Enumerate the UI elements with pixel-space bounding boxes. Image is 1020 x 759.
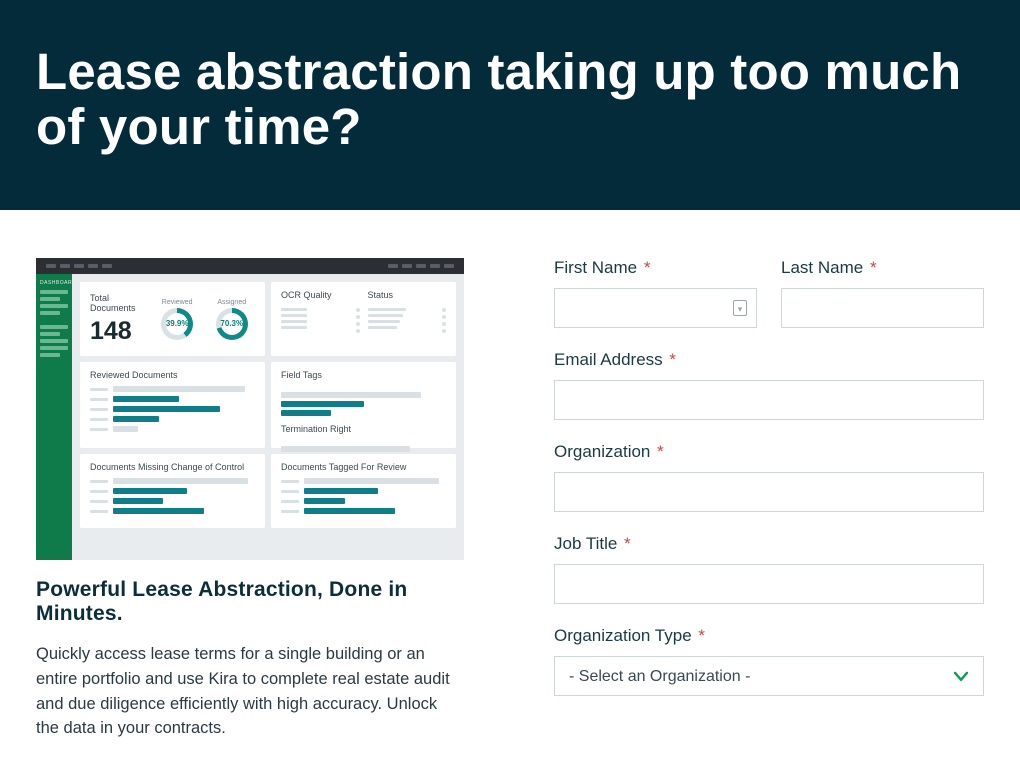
panel-ocr-status: OCR Quality Status — [271, 282, 456, 356]
assigned-pct: 70.3% — [216, 308, 248, 340]
dashboard-window-chrome — [36, 258, 464, 274]
ocr-quality-label: OCR Quality — [281, 290, 360, 300]
panel-field-termination: Field Tags Termination Right — [271, 362, 456, 448]
job-title-label: Job Title * — [554, 534, 984, 554]
first-name-input[interactable] — [554, 288, 757, 328]
reviewed-docs-label: Reviewed Documents — [90, 370, 255, 380]
first-name-label: First Name * — [554, 258, 757, 278]
reviewed-label: Reviewed — [154, 299, 201, 306]
dashboard-sidebar: DASHBOARD — [36, 274, 72, 560]
organization-type-select[interactable]: - Select an Organization - — [554, 656, 984, 696]
left-subheading: Powerful Lease Abstraction, Done in Minu… — [36, 578, 464, 626]
panel-missing-change-of-control: Documents Missing Change of Control — [80, 454, 265, 528]
left-column: DASHBOARD Total Documents 148 Reviewed 3… — [36, 258, 464, 741]
email-input[interactable] — [554, 380, 984, 420]
assigned-label: Assigned — [208, 299, 255, 306]
status-label: Status — [368, 290, 447, 300]
sidebar-title: DASHBOARD — [40, 280, 68, 286]
tagged-review-label: Documents Tagged For Review — [281, 462, 446, 472]
assigned-donut: 70.3% — [216, 308, 248, 340]
job-title-input[interactable] — [554, 564, 984, 604]
hero-title: Lease abstraction taking up too much of … — [36, 44, 984, 154]
organization-input[interactable] — [554, 472, 984, 512]
organization-type-label: Organization Type * — [554, 626, 984, 646]
hero-banner: Lease abstraction taking up too much of … — [0, 0, 1020, 210]
panel-total-documents: Total Documents 148 Reviewed 39.9% Assig… — [80, 282, 265, 356]
total-docs-value: 148 — [90, 317, 146, 346]
termination-right-label: Termination Right — [281, 424, 446, 434]
missing-cc-label: Documents Missing Change of Control — [90, 462, 255, 472]
field-tags-label: Field Tags — [281, 370, 446, 380]
left-body-text: Quickly access lease terms for a single … — [36, 642, 464, 741]
panel-reviewed-documents: Reviewed Documents — [80, 362, 265, 448]
main-content: DASHBOARD Total Documents 148 Reviewed 3… — [0, 210, 1020, 759]
lead-form: First Name * ▾ Last Name * Email Address… — [554, 258, 984, 741]
email-label: Email Address * — [554, 350, 984, 370]
organization-label: Organization * — [554, 442, 984, 462]
dashboard-screenshot: DASHBOARD Total Documents 148 Reviewed 3… — [36, 258, 464, 560]
reviewed-donut: 39.9% — [161, 308, 193, 340]
panel-tagged-for-review: Documents Tagged For Review — [271, 454, 456, 528]
last-name-input[interactable] — [781, 288, 984, 328]
reviewed-pct: 39.9% — [161, 308, 193, 340]
total-docs-label: Total Documents — [90, 293, 146, 313]
dashboard-grid: Total Documents 148 Reviewed 39.9% Assig… — [72, 274, 464, 560]
last-name-label: Last Name * — [781, 258, 984, 278]
